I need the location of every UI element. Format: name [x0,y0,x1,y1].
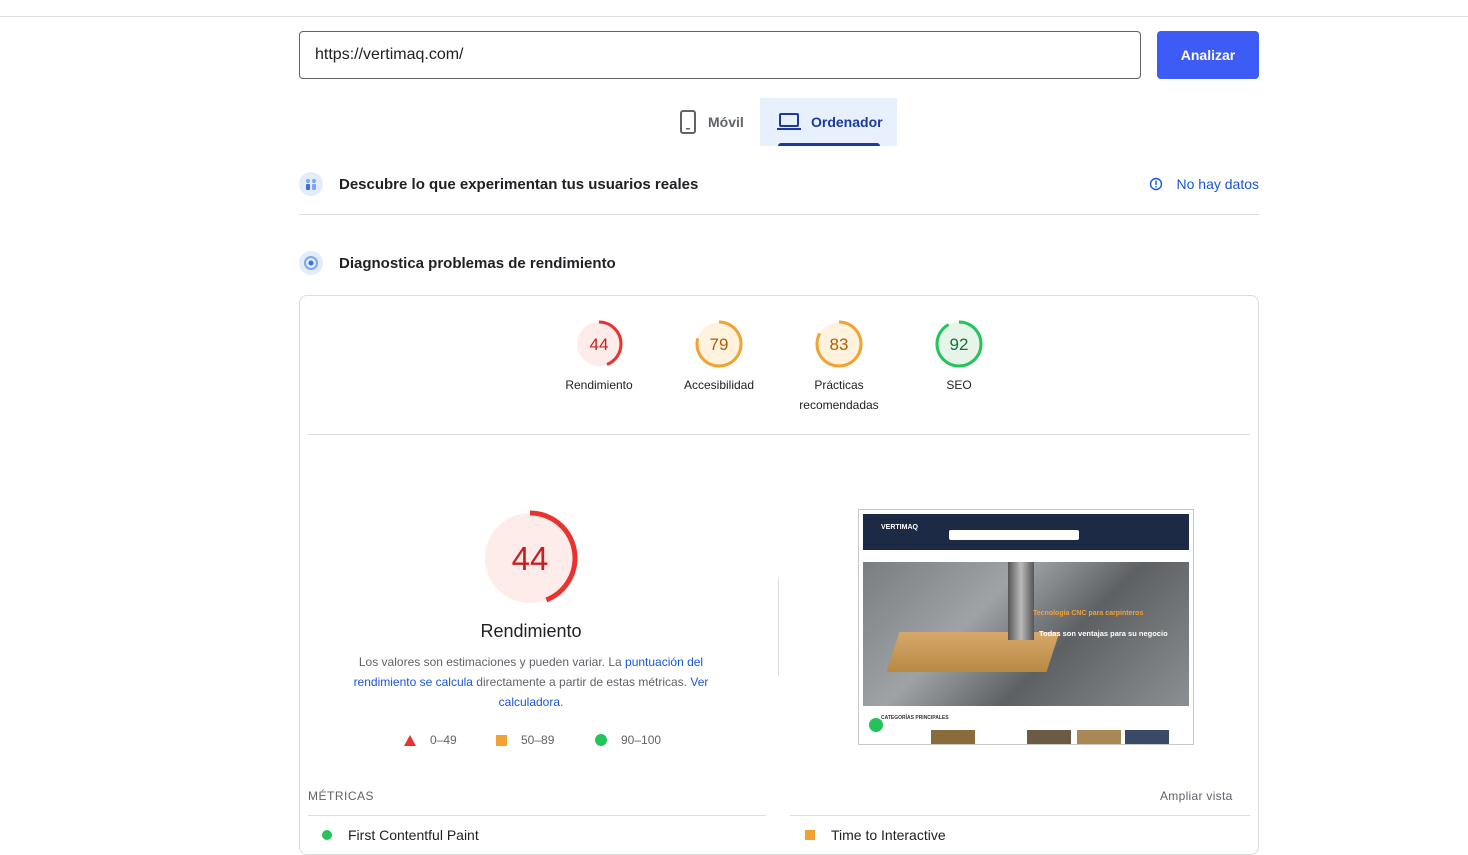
metrics-divider-left [308,815,766,816]
desc-text-3: . [560,695,564,709]
desc-text-1: Los valores son estimaciones y pueden va… [358,655,626,669]
score-value: 83 [830,335,849,354]
tab-selected-indicator [778,143,880,146]
score-gauge[interactable]: 79 Accesibilidad [659,319,779,395]
info-icon [1149,177,1163,191]
circle-icon [595,734,607,746]
screenshot-thumb [931,730,975,744]
no-data-label: No hay datos [1176,176,1260,192]
screenshot-hero-title: Tecnología CNC para carpinteros [1033,610,1144,617]
legend-average: 50–89 [496,732,554,748]
laptop-icon [777,112,801,132]
lab-data-title: Diagnostica problemas de rendimiento [339,254,616,272]
score-label: Rendimiento [565,378,633,392]
expand-view-link[interactable]: Ampliar vista [1160,789,1233,803]
field-data-title: Descubre lo que experimentan tus usuario… [339,175,699,193]
screenshot-categories: CATEGORÍAS PRINCIPALES [881,715,949,721]
score-ring: 79 [695,320,743,368]
performance-gauge: 44 [481,509,579,612]
tab-mobile[interactable]: Móvil [662,98,760,146]
score-label: Prácticas recomendadas [799,378,879,412]
screenshot-hero: Tecnología CNC para carpinteros Todas so… [863,562,1189,706]
metric-fcp-label: First Contentful Paint [348,827,479,843]
legend-average-label: 50–89 [521,733,555,747]
tab-mobile-label: Móvil [708,114,744,130]
legend-pass: 90–100 [595,732,661,748]
phone-icon [678,110,698,134]
desc-text-2: directamente a partir de estas métricas. [472,675,691,689]
score-gauge[interactable]: 92 SEO [899,319,1019,395]
screenshot-thumb [1027,730,1071,744]
score-label: Accesibilidad [683,378,755,392]
score-value: 44 [590,335,609,354]
screenshot-thumb [1125,730,1169,744]
legend-pass-label: 90–100 [621,733,662,747]
card-divider [308,434,1250,435]
pass-icon [322,830,332,840]
score-label: SEO [946,378,972,392]
score-value: 92 [950,335,969,354]
score-ring: 44 [575,320,623,368]
lab-data-header: Diagnostica problemas de rendimiento [299,250,1259,276]
metric-fcp: First Contentful Paint [322,827,479,843]
average-icon [805,830,815,840]
score-gauge[interactable]: 83 Prácticas recomendadas [779,319,899,415]
triangle-icon [404,734,416,746]
performance-score: 44 [512,540,549,577]
legend-fail: 0–49 [404,732,457,748]
section-divider [299,214,1259,215]
page-screenshot[interactable]: VERTIMAQ Tecnología CNC para carpinteros… [858,509,1194,745]
score-ring: 92 [935,320,983,368]
screenshot-search [949,530,1079,540]
vertical-divider [778,578,779,676]
score-value: 79 [710,335,729,354]
diagnostics-icon [299,251,323,275]
performance-label: Rendimiento [480,621,582,641]
metrics-heading: MÉTRICAS [308,789,375,803]
screenshot-thumb [1077,730,1121,744]
metric-tti-label: Time to Interactive [831,827,946,843]
users-icon [299,172,323,196]
metrics-divider-right [790,815,1250,816]
url-input[interactable] [299,31,1141,79]
score-ring: 83 [815,320,863,368]
field-data-header: Descubre lo que experimentan tus usuario… [299,171,1259,197]
top-divider [0,16,1468,17]
square-icon [496,734,507,746]
score-gauge[interactable]: 44 Rendimiento [539,319,659,395]
tab-desktop-label: Ordenador [811,114,883,130]
tab-desktop[interactable]: Ordenador [760,98,897,146]
analyze-button[interactable]: Analizar [1157,31,1259,79]
performance-description: Los valores son estimaciones y pueden va… [336,652,726,712]
no-data-link[interactable]: No hay datos [1149,171,1260,197]
legend-fail-label: 0–49 [430,733,457,747]
screenshot-logo: VERTIMAQ [881,524,918,531]
metric-tti: Time to Interactive [805,827,946,843]
screenshot-drill [1008,562,1034,640]
screenshot-header: VERTIMAQ [863,514,1189,550]
screenshot-hero-subtitle: Todas son ventajas para su negocio [1039,629,1168,638]
